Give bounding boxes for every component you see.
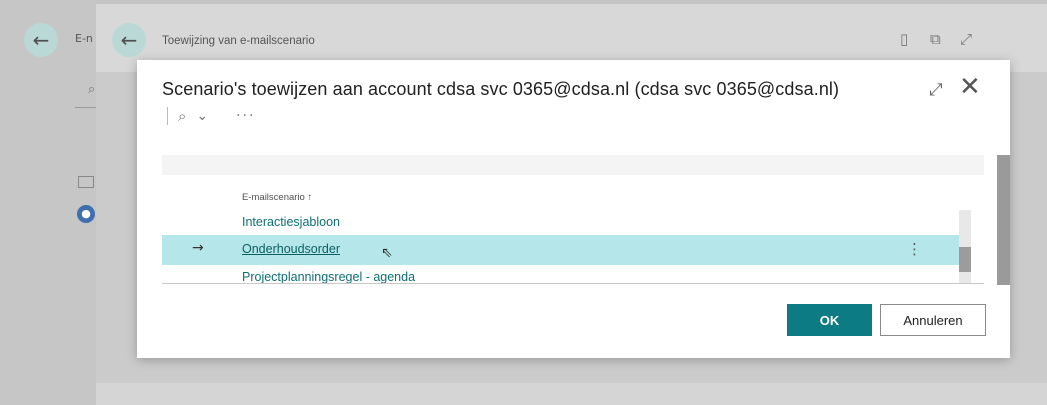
open-new-icon[interactable]: ⧉ [930, 30, 941, 48]
back-arrow-icon[interactable]: ← [112, 23, 146, 57]
cancel-button[interactable]: Annuleren [880, 304, 986, 336]
list-item-selected[interactable]: → Onderhoudsorder ⇖ ⋮ [162, 235, 959, 265]
scenario-list: E-mailscenario ↑ Interactiesjabloon → On… [162, 155, 984, 284]
search-icon: ⌕ [88, 82, 96, 97]
expand-icon[interactable]: ⤢ [960, 30, 972, 48]
ok-button[interactable]: OK [787, 304, 872, 336]
column-header-email-scenario[interactable]: E-mailscenario ↑ [242, 192, 312, 203]
list-item[interactable]: Projectplanningsregel - agenda [162, 263, 959, 284]
mail-icon [78, 176, 94, 188]
close-icon[interactable]: ✕ [959, 74, 981, 100]
background-page-2-title: Toewijzing van e-mailscenario [162, 35, 315, 47]
bookmark-icon[interactable]: ▯ [900, 30, 908, 48]
cursor-icon: ⇖ [381, 245, 393, 261]
back-arrow-icon[interactable]: ← [24, 23, 58, 57]
background-page-sidebar [0, 0, 96, 405]
dialog-scrollbar[interactable] [997, 155, 1010, 285]
dialog-title: Scenario's toewijzen aan account cdsa sv… [162, 79, 840, 99]
list-item-label[interactable]: Onderhoudsorder [242, 242, 340, 256]
list-item-clip: Projectplanningsregel - agenda [162, 263, 984, 284]
row-arrow-icon: → [192, 240, 204, 256]
dialog-toolbar: ⌕ ⌄ ··· [167, 107, 256, 125]
expand-icon[interactable]: ⤢ [929, 80, 943, 100]
avatar-icon: ● [77, 205, 95, 223]
chevron-down-icon[interactable]: ⌄ [196, 108, 208, 124]
toolbar-separator [167, 107, 168, 125]
background-page-2-footer [96, 383, 1047, 405]
list-item-label[interactable]: Interactiesjabloon [242, 215, 340, 229]
list-scrollbar-thumb[interactable] [959, 247, 971, 272]
list-item-label[interactable]: Projectplanningsregel - agenda [242, 270, 415, 284]
list-top-band [162, 155, 984, 175]
search-icon[interactable]: ⌕ [178, 107, 186, 125]
background-page-title: E-n [75, 32, 93, 45]
more-actions-button[interactable]: ··· [236, 108, 255, 124]
more-vertical-icon[interactable]: ⋮ [907, 240, 922, 258]
list-divider [162, 283, 984, 284]
list-item[interactable]: Interactiesjabloon [162, 208, 959, 238]
assign-scenarios-dialog: Scenario's toewijzen aan account cdsa sv… [137, 60, 1010, 358]
